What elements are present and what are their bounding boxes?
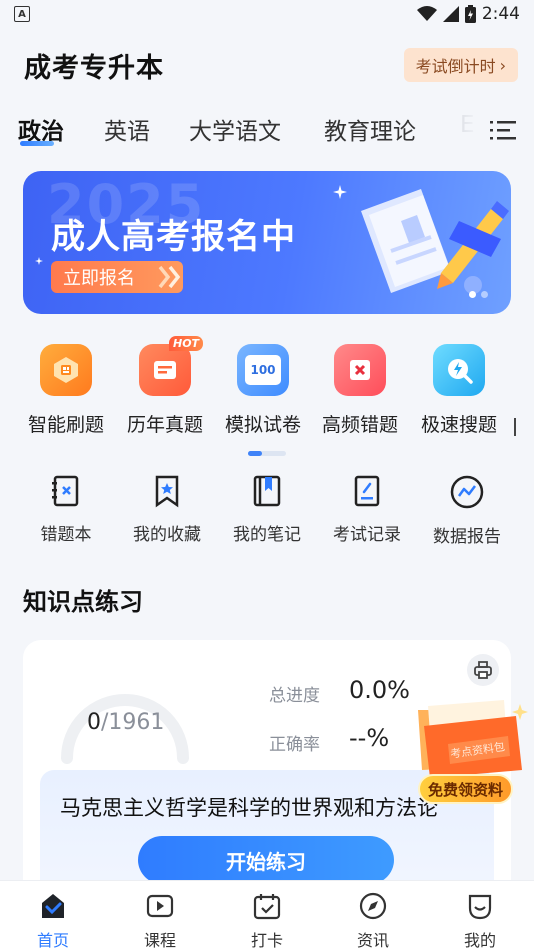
feature-label: 高频错题	[321, 414, 398, 436]
progress-gauge	[61, 694, 189, 764]
data-report-icon	[450, 475, 484, 509]
nav-news[interactable]: 资讯	[333, 891, 413, 950]
exam-paper-illustration	[361, 189, 509, 294]
subject-tabs: 政治 英语 大学语文 教育理论 E	[0, 106, 534, 156]
battery-icon	[464, 5, 476, 23]
free-materials-label: 免费领资料	[418, 774, 514, 804]
countdown-label: 考试倒计时	[415, 57, 496, 76]
tool-label: 数据报告	[433, 527, 501, 547]
tool-mistake-book[interactable]: 错题本	[16, 474, 116, 545]
total-progress-label: 总进度	[269, 686, 320, 706]
mistake-book-icon	[52, 475, 79, 507]
feature-label: 模拟试卷	[224, 414, 301, 436]
chevron-right-icon: ›	[499, 55, 506, 75]
app-notification-icon: A	[14, 6, 30, 22]
grid-scroll-edge	[514, 418, 516, 436]
exam-countdown-button[interactable]: 考试倒计时 ›	[403, 48, 518, 82]
feature-label: 历年真题	[126, 414, 203, 436]
tab-english[interactable]: 英语	[104, 112, 150, 146]
tool-label: 错题本	[40, 525, 92, 545]
tool-label: 考试记录	[333, 525, 401, 545]
notes-icon	[253, 475, 281, 507]
status-left: A	[14, 6, 30, 22]
nav-home[interactable]: 首页	[13, 891, 93, 950]
feature-label: 智能刷题	[27, 414, 104, 436]
feature-mock-paper[interactable]: 100 模拟试卷	[214, 344, 312, 437]
status-right: 2:44	[416, 4, 520, 24]
tab-college-chinese[interactable]: 大学语文	[189, 112, 281, 146]
free-materials-promo[interactable]: 考点资料包 免费领资料	[408, 696, 532, 812]
tools-row: 错题本 我的收藏 我的笔记 考试记录 数据报告	[0, 474, 534, 554]
accuracy-label: 正确率	[269, 735, 320, 755]
header: 成考专升本 考试倒计时 ›	[0, 40, 534, 90]
feature-smart-practice[interactable]: 智能刷题	[17, 344, 115, 437]
nav-label: 我的	[463, 931, 496, 950]
score-100-icon: 100	[245, 355, 281, 385]
signal-icon	[442, 6, 459, 22]
bottom-nav: 首页 课程 打卡 资讯 我的	[0, 880, 534, 950]
banner-dot	[481, 291, 488, 298]
grid-page-indicator	[248, 451, 286, 456]
frequent-mistakes-icon	[334, 344, 386, 396]
promo-banner[interactable]: 2025 成人高考报名中 立即报名	[23, 171, 511, 314]
accuracy-value: --%	[349, 724, 390, 752]
wifi-icon	[416, 6, 437, 21]
card-settings-button[interactable]	[467, 654, 499, 686]
nav-course[interactable]: 课程	[120, 891, 200, 950]
nav-checkin[interactable]: 打卡	[227, 891, 307, 950]
bookmark-icon	[155, 475, 179, 508]
start-practice-button[interactable]: 开始练习	[138, 836, 394, 884]
feature-grid: 智能刷题 HOT 历年真题 100 模拟试卷 高频错题 极速搜题	[0, 336, 534, 444]
tool-label: 我的收藏	[133, 525, 201, 545]
banner-dot-active	[469, 291, 476, 298]
compass-icon	[359, 892, 387, 920]
nav-label: 首页	[36, 931, 69, 950]
quick-search-icon	[433, 344, 485, 396]
page-title: 成考专升本	[24, 52, 164, 84]
tool-my-notes[interactable]: 我的笔记	[217, 474, 317, 545]
folder-icon	[418, 700, 528, 778]
nav-label: 课程	[143, 931, 176, 950]
tool-exam-record[interactable]: 考试记录	[317, 474, 417, 545]
tool-data-report[interactable]: 数据报告	[417, 474, 517, 547]
clock: 2:44	[481, 4, 520, 24]
banner-pagination	[469, 291, 488, 298]
nav-label: 资讯	[356, 931, 389, 950]
banner-title: 成人高考报名中	[51, 217, 296, 257]
home-icon	[42, 894, 64, 918]
nav-label: 打卡	[250, 931, 283, 950]
grid-page-indicator-active	[248, 451, 262, 456]
status-bar: A 2:44	[0, 0, 534, 28]
tool-label: 我的笔记	[233, 525, 301, 545]
double-chevron-icon	[158, 265, 181, 289]
exam-record-icon	[354, 475, 380, 507]
nav-profile[interactable]: 我的	[440, 891, 520, 950]
progress-count: 0/1961	[87, 710, 197, 735]
feature-past-exams[interactable]: HOT 历年真题	[116, 336, 214, 437]
knowledge-section-title: 知识点练习	[23, 588, 143, 616]
tool-my-favorites[interactable]: 我的收藏	[117, 474, 217, 545]
progress-total: /1961	[101, 710, 165, 735]
hot-badge: HOT	[169, 336, 204, 351]
tab-scroll-fade	[440, 106, 480, 150]
feature-frequent-mistakes[interactable]: 高频错题	[311, 344, 409, 437]
mock-paper-icon: 100	[237, 344, 289, 396]
progress-done: 0	[87, 710, 101, 735]
total-progress-value: 0.0%	[349, 676, 410, 704]
chapter-title: 马克思主义哲学是科学的世界观和方法论	[60, 796, 438, 820]
tab-education-theory[interactable]: 教育理论	[324, 112, 416, 146]
past-exams-icon: HOT	[139, 336, 204, 396]
checkin-icon	[253, 894, 281, 920]
feature-quick-search[interactable]: 极速搜题	[410, 344, 508, 437]
printer-icon	[474, 661, 492, 679]
course-icon	[146, 894, 174, 918]
profile-icon	[468, 894, 492, 920]
menu-list-icon[interactable]	[488, 118, 518, 142]
feature-label: 极速搜题	[420, 414, 497, 436]
smart-practice-icon	[40, 344, 92, 396]
sparkle-small-icon	[35, 257, 43, 265]
active-tab-indicator	[20, 141, 54, 146]
